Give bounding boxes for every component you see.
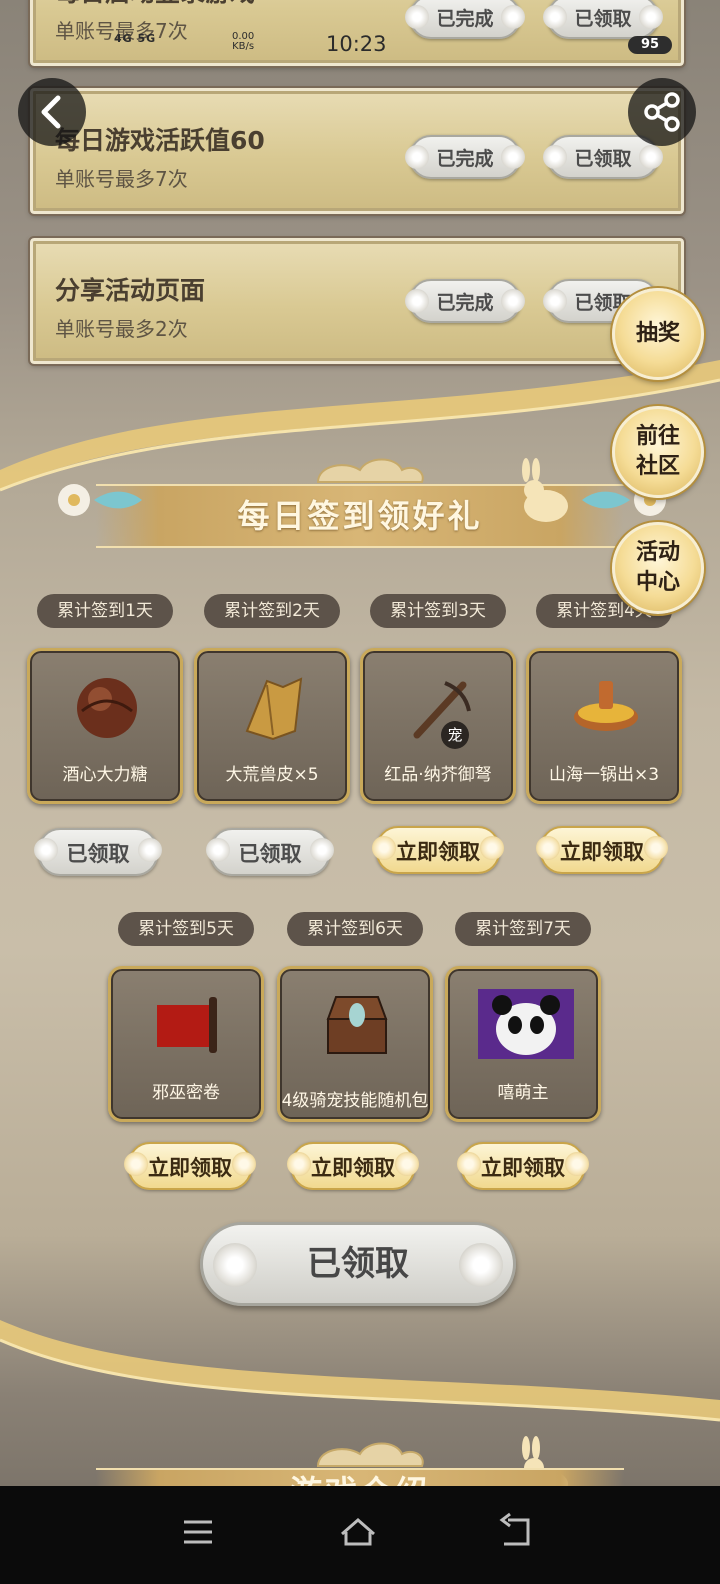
flower-icon bbox=[543, 289, 567, 313]
task-card-daily-login: 每日启动登录游戏 单账号最多7次 已完成 已领取 bbox=[28, 0, 686, 68]
cloud-ornament-icon bbox=[316, 458, 424, 483]
task-card-share: 分享活动页面 单账号最多2次 已完成 已领取 bbox=[28, 236, 686, 366]
flower-icon bbox=[405, 5, 429, 29]
button-label: 已领取 bbox=[574, 148, 632, 170]
activity-center-label: 活动 中心 bbox=[635, 540, 680, 595]
task-title: 每日游戏活跃值60 bbox=[55, 126, 265, 155]
rabbit-icon bbox=[522, 458, 568, 522]
button-label: 已领取 bbox=[574, 8, 632, 30]
lottery-button[interactable]: 抽奖 bbox=[612, 288, 704, 380]
task-done-button[interactable]: 已完成 bbox=[405, 135, 525, 179]
back-arrow-icon bbox=[41, 95, 61, 129]
activity-center-button[interactable]: 活动 中心 bbox=[612, 522, 704, 614]
task-title: 分享活动页面 bbox=[55, 276, 206, 305]
task-subtitle: 单账号最多7次 bbox=[55, 167, 188, 191]
button-label: 已完成 bbox=[436, 8, 494, 30]
task-done-button[interactable]: 已完成 bbox=[405, 279, 525, 323]
flower-icon bbox=[639, 5, 663, 29]
flower-icon bbox=[639, 145, 663, 169]
task-done-button[interactable]: 已完成 bbox=[405, 0, 525, 39]
task-subtitle: 单账号最多2次 bbox=[55, 317, 188, 341]
flower-icon bbox=[543, 5, 567, 29]
share-button[interactable] bbox=[628, 78, 696, 146]
task-claimed-button[interactable]: 已领取 bbox=[543, 0, 663, 39]
flower-icon bbox=[501, 145, 525, 169]
flower-icon bbox=[543, 145, 567, 169]
community-label: 前往 社区 bbox=[635, 424, 680, 479]
home-icon[interactable] bbox=[336, 1510, 380, 1554]
menu-icon[interactable] bbox=[176, 1510, 220, 1554]
back-icon[interactable] bbox=[494, 1510, 538, 1554]
flower-icon bbox=[501, 289, 525, 313]
back-button[interactable] bbox=[18, 78, 86, 146]
task-card-daily-active: 每日游戏活跃值60 单账号最多7次 已完成 已领取 bbox=[28, 86, 686, 216]
task-subtitle: 单账号最多7次 bbox=[55, 19, 188, 43]
flower-icon bbox=[405, 289, 429, 313]
button-label: 已完成 bbox=[436, 148, 494, 170]
system-navigation-bar bbox=[0, 1486, 720, 1584]
gold-wave-divider bbox=[0, 360, 720, 1422]
flower-ornament-left-icon bbox=[58, 484, 142, 516]
lottery-label: 抽奖 bbox=[635, 321, 680, 346]
flower-icon bbox=[405, 145, 429, 169]
button-label: 已完成 bbox=[436, 292, 494, 314]
flower-icon bbox=[501, 5, 525, 29]
task-title: 每日启动登录游戏 bbox=[55, 0, 255, 9]
community-button[interactable]: 前往 社区 bbox=[612, 406, 704, 498]
share-icon bbox=[644, 92, 680, 132]
